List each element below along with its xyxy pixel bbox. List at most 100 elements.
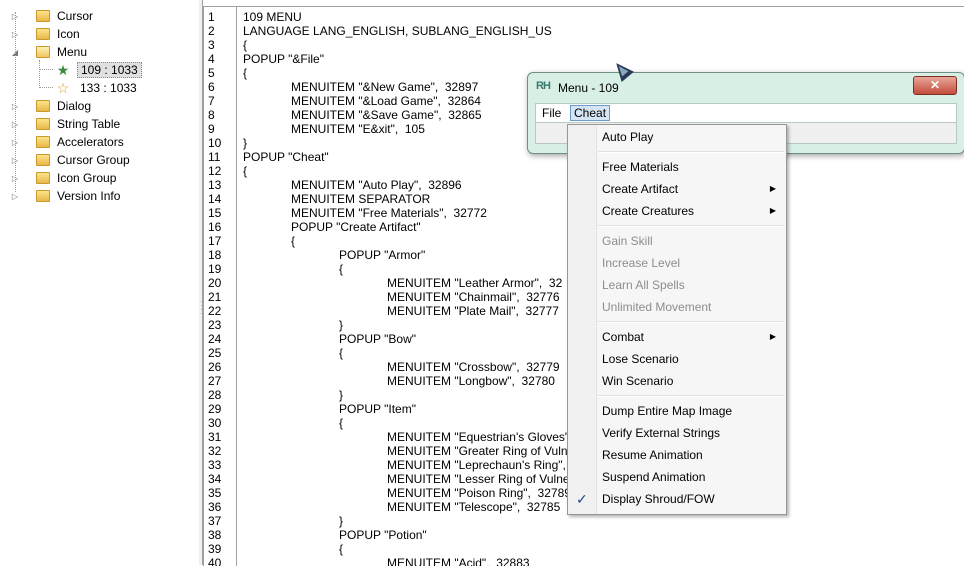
code-line: MENUITEM "Equestrian's Gloves",: [387, 430, 573, 444]
menu-item[interactable]: Auto Play: [568, 126, 786, 148]
code-line: {: [243, 38, 248, 52]
code-line: LANGUAGE LANG_ENGLISH, SUBLANG_ENGLISH_U…: [243, 24, 552, 38]
menu-item: Increase Level: [568, 252, 786, 274]
tree-folder-item[interactable]: ▷ String Table: [10, 115, 120, 133]
tree-folder-item[interactable]: ▷ Cursor: [10, 7, 93, 25]
code-line: }: [339, 388, 344, 402]
menu-separator: [598, 321, 784, 323]
menu-item: Unlimited Movement: [568, 296, 786, 318]
line-number: 18: [208, 248, 222, 262]
code-line: MENUITEM "Greater Ring of Vuln: [387, 444, 568, 458]
menu-item-label: Unlimited Movement: [602, 300, 712, 314]
menu-item-label: Gain Skill: [602, 234, 653, 248]
menu-item-label: Resume Animation: [602, 448, 703, 462]
tree-folder-item[interactable]: ▷ Icon: [10, 25, 80, 43]
folder-icon: [36, 172, 50, 184]
line-number: 36: [208, 500, 222, 514]
green-star-icon: ★: [56, 61, 70, 78]
line-number: 11: [208, 150, 221, 164]
line-number: 16: [208, 220, 222, 234]
line-number: 23: [208, 318, 222, 332]
tree-folder-item[interactable]: ◢ Menu: [10, 43, 87, 61]
menu-item[interactable]: Free Materials: [568, 156, 786, 178]
code-line: }: [243, 136, 248, 150]
tree-connector: [15, 12, 16, 192]
code-line: }: [339, 514, 344, 528]
line-number: 9: [208, 122, 215, 136]
tree-item-label: Icon Group: [57, 171, 117, 185]
menu-item-label: Suspend Animation: [602, 470, 706, 484]
menu-item-label: Create Artifact: [602, 182, 679, 196]
menu-item[interactable]: Create Creatures ▶: [568, 200, 786, 222]
code-line: 109 MENU: [243, 10, 302, 24]
line-number: 29: [208, 402, 222, 416]
line-number: 7: [208, 94, 215, 108]
folder-icon: [36, 100, 50, 112]
menu-item[interactable]: Create Artifact ▶: [568, 178, 786, 200]
menu-item[interactable]: Resume Animation: [568, 444, 786, 466]
tree-folder-item[interactable]: ▷ Dialog: [10, 97, 91, 115]
code-line: POPUP "&File": [243, 52, 324, 66]
menu-item[interactable]: Verify External Strings: [568, 422, 786, 444]
menu-item[interactable]: Combat ▶: [568, 326, 786, 348]
code-line: MENUITEM "Leather Armor", 32: [387, 276, 563, 290]
menu-item[interactable]: ✓ Display Shroud/FOW: [568, 488, 786, 510]
menu-item-label: Combat: [602, 330, 645, 344]
code-line: MENUITEM "Lesser Ring of Vulne: [387, 472, 570, 486]
menu-item-label: Auto Play: [602, 130, 654, 144]
code-line: MENUITEM "&Load Game", 32864: [291, 94, 481, 108]
code-line: MENUITEM "Leprechaun's Ring",: [387, 458, 566, 472]
line-number: 37: [208, 514, 222, 528]
menu-separator: [598, 395, 784, 397]
menu-item-label: Lose Scenario: [602, 352, 679, 366]
code-line: MENUITEM "E&xit", 105: [291, 122, 425, 136]
tree-item-label: Version Info: [57, 189, 121, 203]
folder-icon: [36, 118, 50, 130]
code-line: MENUITEM SEPARATOR: [291, 192, 431, 206]
code-line: MENUITEM "&New Game", 32897: [291, 80, 479, 94]
code-line: {: [339, 346, 344, 360]
line-number: 21: [208, 290, 222, 304]
tree-connector: [39, 87, 53, 88]
tree-folder-item[interactable]: ▷ Version Info: [10, 187, 120, 205]
menu-item[interactable]: Dump Entire Map Image: [568, 400, 786, 422]
tree-folder-item[interactable]: ▷ Icon Group: [10, 169, 116, 187]
line-number: 6: [208, 80, 215, 94]
code-line: {: [291, 234, 296, 248]
code-line: POPUP "Cheat": [243, 150, 329, 164]
expand-icon[interactable]: ▷: [10, 192, 20, 201]
tree-folder-item[interactable]: ▷ Cursor Group: [10, 151, 130, 169]
tree-item-label: Accelerators: [57, 135, 124, 149]
menu-item[interactable]: Suspend Animation: [568, 466, 786, 488]
tree-leaf-item[interactable]: ☆ 133 : 1033: [55, 79, 140, 97]
menu-item[interactable]: Win Scenario: [568, 370, 786, 392]
line-number: 19: [208, 262, 222, 276]
folder-icon: [36, 190, 50, 202]
line-number: 35: [208, 486, 222, 500]
code-line: MENUITEM "Longbow", 32780: [387, 374, 555, 388]
tree-folder-item[interactable]: ▷ Accelerators: [10, 133, 124, 151]
line-number: 26: [208, 360, 222, 374]
menu-cheat[interactable]: Cheat: [570, 105, 611, 121]
code-line: {: [339, 416, 344, 430]
line-number: 27: [208, 374, 222, 388]
line-number: 39: [208, 542, 222, 556]
code-line: POPUP "Potion": [339, 528, 427, 542]
line-number: 15: [208, 206, 222, 220]
tree-leaf-item[interactable]: ★ 109 : 1033: [55, 61, 142, 79]
close-button[interactable]: ✕: [913, 76, 957, 95]
folder-icon: [36, 136, 50, 148]
tree-item-label: Cursor Group: [57, 153, 130, 167]
line-number: 32: [208, 444, 222, 458]
line-number: 24: [208, 332, 222, 346]
app-logo-icon: RH: [536, 80, 551, 92]
tree-item-label: 109 : 1033: [77, 62, 142, 78]
line-number: 22: [208, 304, 222, 318]
menu-file[interactable]: File: [538, 105, 565, 121]
menu-item-label: Verify External Strings: [602, 426, 721, 440]
menu-item[interactable]: Lose Scenario: [568, 348, 786, 370]
line-number: 17: [208, 234, 222, 248]
code-line: POPUP "Item": [339, 402, 416, 416]
line-number: 28: [208, 388, 222, 402]
line-number: 10: [208, 136, 222, 150]
